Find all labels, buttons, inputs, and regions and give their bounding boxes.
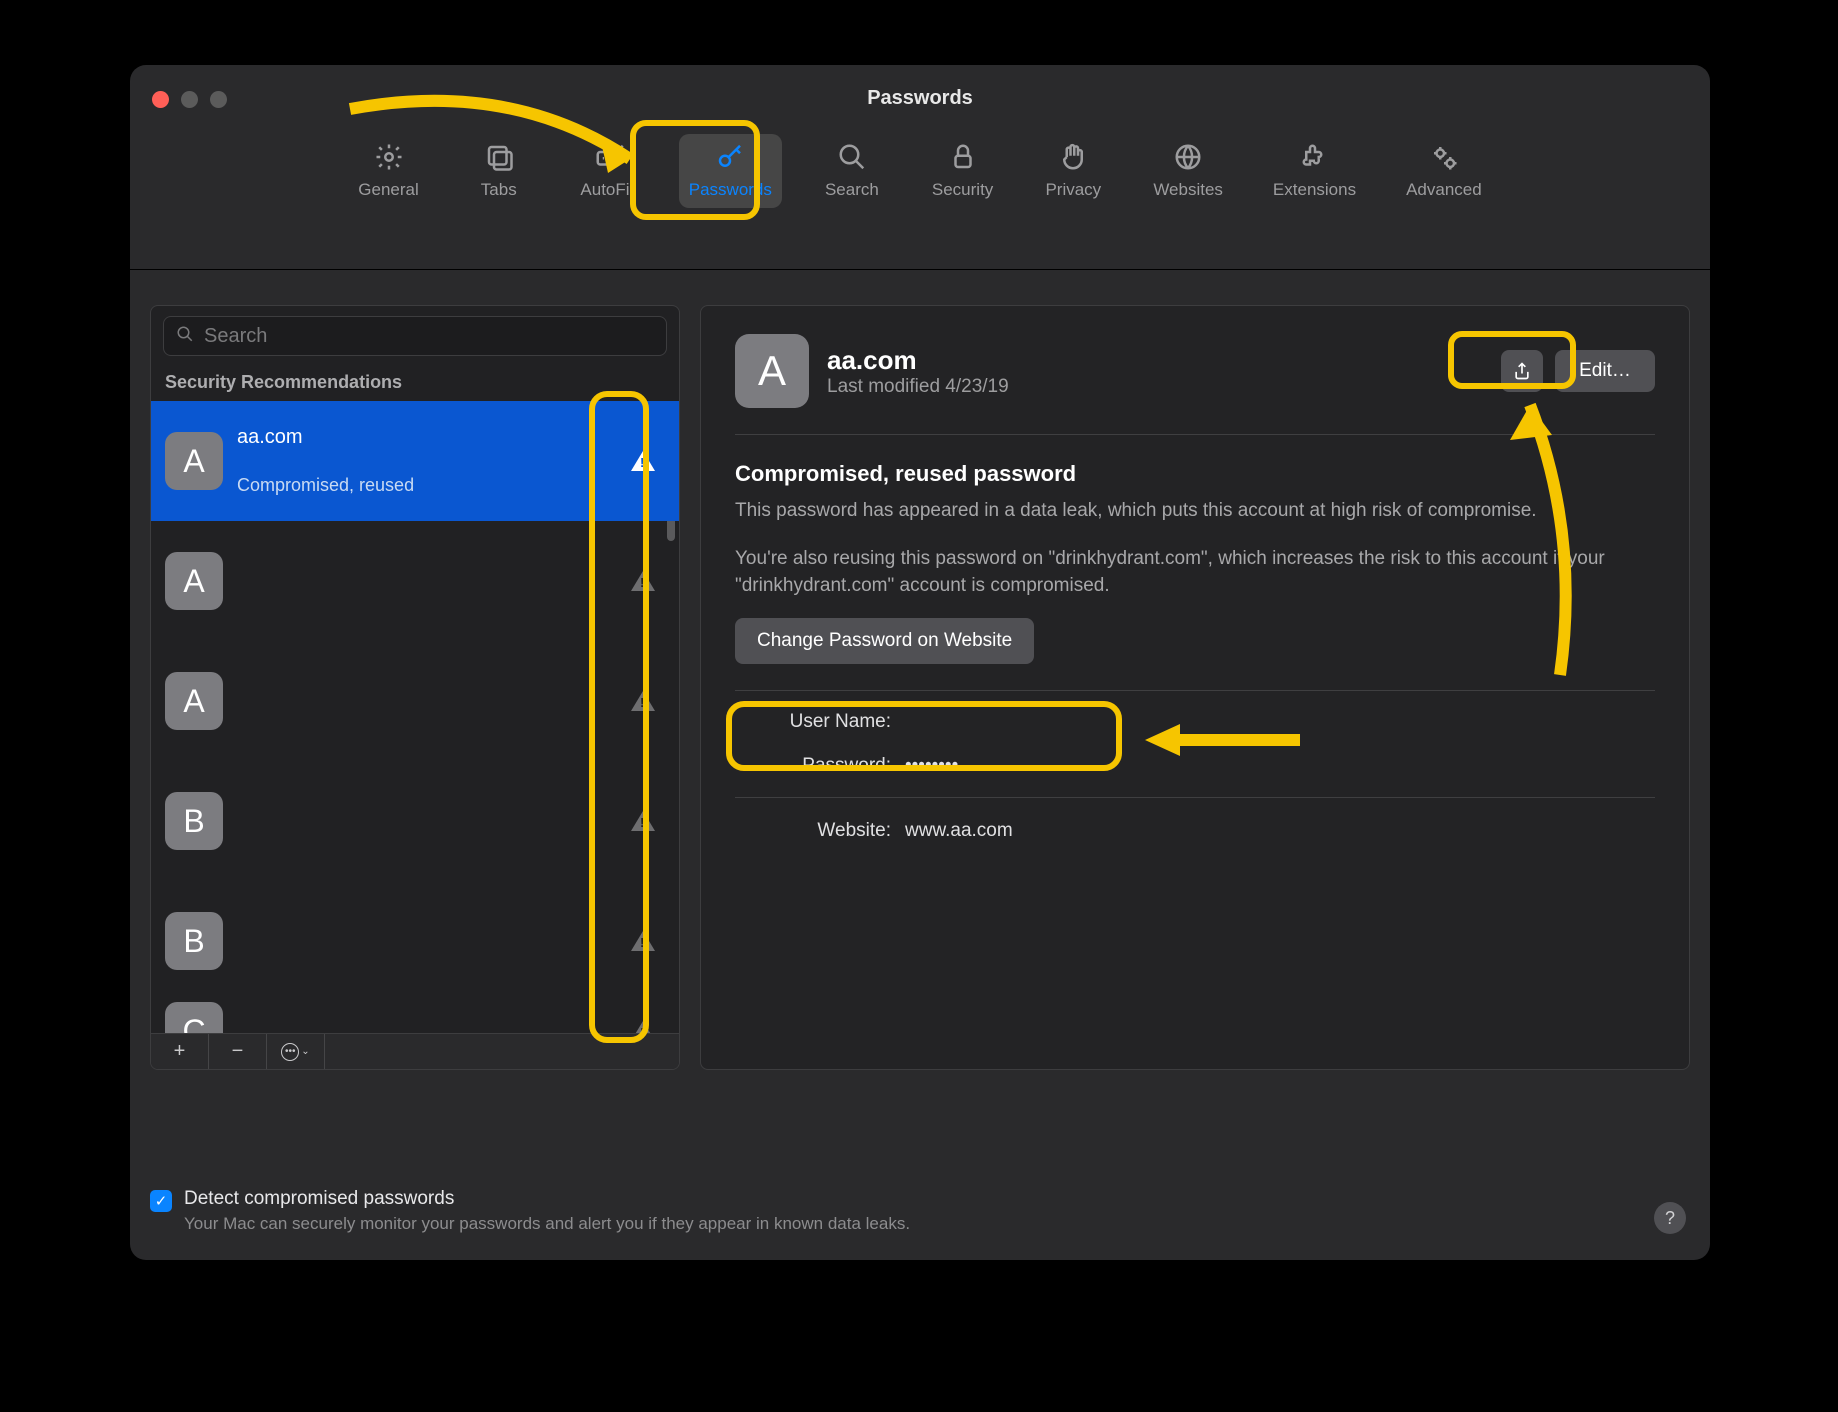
remove-button[interactable]: − (209, 1034, 267, 1069)
password-label: Password: (735, 755, 905, 777)
tab-security[interactable]: Security (922, 134, 1003, 208)
tab-passwords[interactable]: Passwords (679, 134, 782, 208)
edit-button[interactable]: Edit… (1555, 350, 1655, 392)
password-row[interactable]: C (151, 1001, 679, 1033)
add-button[interactable]: + (151, 1034, 209, 1069)
tab-label: AutoFill (580, 180, 637, 200)
checkbox-description: Your Mac can securely monitor your passw… (184, 1214, 910, 1234)
tab-label: Tabs (481, 180, 517, 200)
share-icon (1512, 361, 1532, 381)
key-icon (713, 140, 747, 174)
share-button[interactable] (1501, 350, 1543, 392)
row-title: aa.com (237, 426, 665, 449)
detail-avatar: A (735, 334, 809, 408)
username-value[interactable] (905, 711, 1655, 733)
avatar: A (165, 552, 223, 610)
footer: ✓ Detect compromised passwords Your Mac … (150, 1188, 1690, 1234)
password-list-panel: Security Recommendations A aa.com Compro… (150, 305, 680, 1070)
avatar: C (165, 1002, 223, 1033)
recommendation-section: Compromised, reused password This passwo… (735, 435, 1655, 690)
website-row: Website: www.aa.com (735, 798, 1655, 842)
warning-icon (631, 1021, 655, 1033)
password-row[interactable]: A aa.com Compromised, reused (151, 401, 679, 521)
tab-label: Websites (1153, 180, 1223, 200)
password-value[interactable]: •••••••• (905, 755, 1655, 777)
gear-icon (372, 140, 406, 174)
warning-icon (631, 691, 655, 711)
puzzle-icon (1298, 140, 1332, 174)
content-area: Security Recommendations A aa.com Compro… (150, 305, 1690, 1070)
chevron-down-icon: ⌄ (301, 1046, 309, 1057)
lock-icon (946, 140, 980, 174)
warning-icon (631, 451, 655, 471)
gears-icon (1427, 140, 1461, 174)
toolbar: General Tabs AutoFill Passwords Search S… (130, 130, 1710, 270)
globe-icon (1171, 140, 1205, 174)
tab-advanced[interactable]: Advanced (1396, 134, 1492, 208)
help-button[interactable]: ? (1654, 1202, 1686, 1234)
tab-label: Extensions (1273, 180, 1356, 200)
password-row[interactable]: A (151, 521, 679, 641)
more-button[interactable]: ••• ⌄ (267, 1034, 325, 1069)
recommendation-body-1: This password has appeared in a data lea… (735, 497, 1655, 525)
password-row[interactable]: B (151, 881, 679, 1001)
tab-label: Advanced (1406, 180, 1482, 200)
avatar: A (165, 672, 223, 730)
tab-extensions[interactable]: Extensions (1263, 134, 1366, 208)
detect-compromised-checkbox[interactable]: ✓ (150, 1190, 172, 1212)
website-label: Website: (735, 820, 905, 842)
avatar: A (165, 432, 223, 490)
list-footer: + − ••• ⌄ (151, 1033, 679, 1069)
titlebar: Passwords (130, 65, 1710, 130)
hand-icon (1056, 140, 1090, 174)
checkbox-label: Detect compromised passwords (184, 1188, 910, 1210)
detail-title: aa.com (827, 345, 1009, 376)
tab-label: Security (932, 180, 993, 200)
recommendation-body-2: You're also reusing this password on "dr… (735, 545, 1655, 600)
search-field[interactable] (163, 316, 667, 356)
password-row[interactable]: B (151, 761, 679, 881)
tab-privacy[interactable]: Privacy (1033, 134, 1113, 208)
ellipsis-circle-icon: ••• (281, 1043, 299, 1061)
website-value[interactable]: www.aa.com (905, 820, 1655, 842)
tab-label: Search (825, 180, 879, 200)
row-subtitle: Compromised, reused (237, 475, 665, 496)
avatar: B (165, 912, 223, 970)
search-input[interactable] (204, 325, 654, 348)
warning-icon (631, 571, 655, 591)
tab-search[interactable]: Search (812, 134, 892, 208)
tab-autofill[interactable]: AutoFill (569, 134, 649, 208)
password-row[interactable]: A (151, 641, 679, 761)
search-icon (176, 325, 194, 348)
recommendations-header: Security Recommendations (151, 364, 679, 401)
window-title: Passwords (130, 87, 1710, 110)
autofill-icon (592, 140, 626, 174)
credential-fields: User Name: Password: •••••••• (735, 690, 1655, 798)
detail-header: A aa.com Last modified 4/23/19 Edit… (735, 334, 1655, 435)
preferences-window: Passwords General Tabs AutoFill Password… (130, 65, 1710, 1260)
warning-icon (631, 931, 655, 951)
username-label: User Name: (735, 711, 905, 733)
search-icon (835, 140, 869, 174)
tab-label: Passwords (689, 180, 772, 200)
warning-icon (631, 811, 655, 831)
tabs-icon (482, 140, 516, 174)
tab-label: Privacy (1045, 180, 1101, 200)
avatar: B (165, 792, 223, 850)
tab-tabs[interactable]: Tabs (459, 134, 539, 208)
detail-subtitle: Last modified 4/23/19 (827, 376, 1009, 398)
recommendation-title: Compromised, reused password (735, 461, 1655, 487)
password-list[interactable]: A aa.com Compromised, reused A A (151, 401, 679, 1033)
detail-panel: A aa.com Last modified 4/23/19 Edit… Com… (700, 305, 1690, 1070)
change-password-button[interactable]: Change Password on Website (735, 618, 1034, 664)
tab-general[interactable]: General (348, 134, 428, 208)
tab-label: General (358, 180, 418, 200)
tab-websites[interactable]: Websites (1143, 134, 1233, 208)
